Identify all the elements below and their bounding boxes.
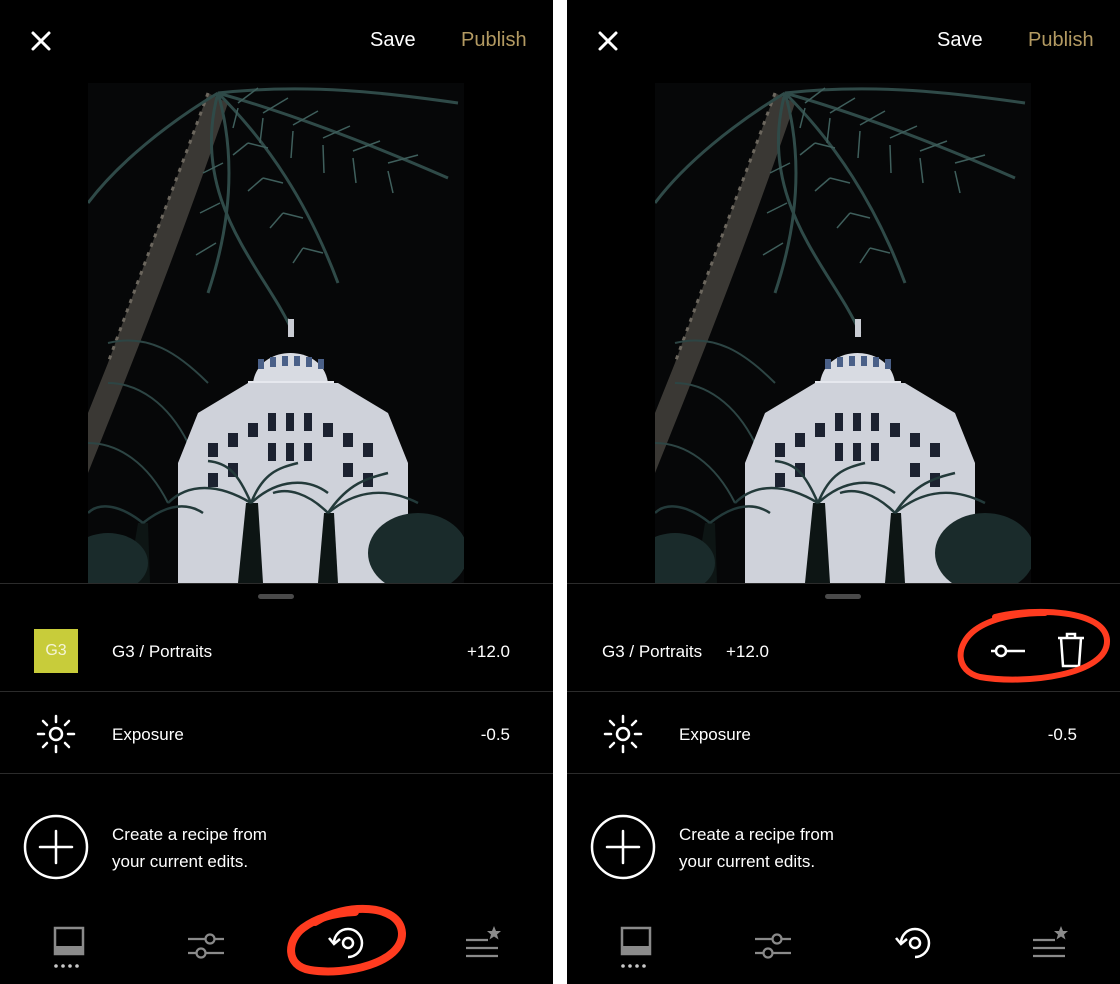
create-recipe-line1: Create a recipe from	[112, 825, 267, 844]
preset-label: G3 / Portraits	[112, 642, 213, 661]
publish-button[interactable]: Publish	[461, 29, 527, 52]
favorites-tab-icon[interactable]	[1031, 925, 1069, 961]
row-divider	[0, 773, 553, 774]
exposure-value: -0.5	[480, 725, 510, 744]
preset-row[interactable]: G3 G3 / Portraits +12.0	[0, 610, 553, 691]
preset-value: +12.0	[466, 642, 510, 661]
favorites-tab-icon[interactable]	[464, 925, 502, 961]
tools-tab-icon[interactable]	[755, 928, 791, 964]
exposure-value: -0.5	[1047, 725, 1077, 744]
sun-icon	[36, 714, 76, 754]
publish-button[interactable]: Publish	[1028, 29, 1094, 52]
drag-handle[interactable]	[258, 594, 294, 599]
editor-screen-left: Save Publish G3 G3 / Portraits +12.0 Exp…	[0, 0, 553, 984]
trash-icon[interactable]	[1057, 632, 1085, 668]
photo-preview	[88, 83, 464, 583]
recipes-tab-icon[interactable]	[893, 925, 935, 961]
preset-label: G3 / Portraits	[602, 642, 703, 661]
bottom-tabbar	[567, 910, 1120, 984]
create-recipe-line2: your current edits.	[112, 852, 249, 871]
panel-top-divider	[0, 583, 553, 584]
plus-icon	[23, 814, 89, 880]
preset-badge: G3	[34, 629, 78, 673]
panel-top-divider	[567, 583, 1120, 584]
sun-icon	[603, 714, 643, 754]
close-icon[interactable]	[594, 27, 622, 55]
presets-tab-icon[interactable]	[52, 924, 88, 970]
save-button[interactable]: Save	[370, 29, 416, 52]
exposure-label: Exposure	[112, 725, 184, 744]
create-recipe-line1: Create a recipe from	[679, 825, 834, 844]
presets-tab-icon[interactable]	[619, 924, 655, 970]
preset-row-expanded[interactable]: G3 / Portraits +12.0	[567, 610, 1120, 691]
exposure-row[interactable]: Exposure -0.5	[0, 692, 553, 774]
editor-screen-right: Save Publish G3 / Portraits +12.0 Exposu…	[567, 0, 1120, 984]
photo-preview	[655, 83, 1031, 583]
preset-value: +12.0	[726, 642, 770, 661]
create-recipe-button[interactable]: Create a recipe from your current edits.	[0, 775, 553, 905]
create-recipe-line2: your current edits.	[679, 852, 816, 871]
slider-icon[interactable]	[991, 640, 1025, 662]
exposure-label: Exposure	[679, 725, 751, 744]
exposure-row[interactable]: Exposure -0.5	[567, 692, 1120, 774]
create-recipe-text: Create a recipe from your current edits.	[112, 821, 267, 875]
recipes-tab-icon[interactable]	[326, 925, 368, 961]
save-button[interactable]: Save	[937, 29, 983, 52]
drag-handle[interactable]	[825, 594, 861, 599]
close-icon[interactable]	[27, 27, 55, 55]
tools-tab-icon[interactable]	[188, 928, 224, 964]
bottom-tabbar	[0, 910, 553, 984]
create-recipe-button[interactable]: Create a recipe from your current edits.	[567, 775, 1120, 905]
create-recipe-text: Create a recipe from your current edits.	[679, 821, 834, 875]
plus-icon	[590, 814, 656, 880]
row-divider	[567, 773, 1120, 774]
